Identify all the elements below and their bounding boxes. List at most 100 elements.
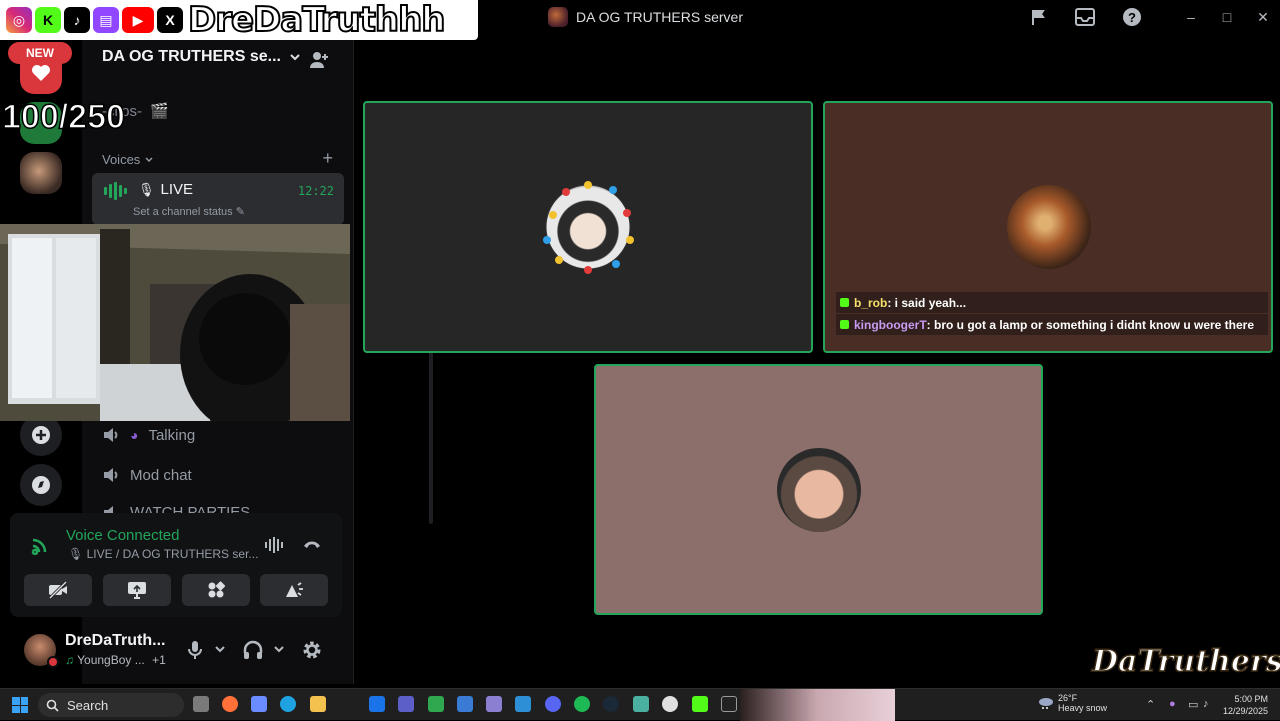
flag-icon[interactable]: [1028, 6, 1050, 28]
chat-message: b_rob : i said yeah...: [836, 292, 1268, 313]
kick-badge-icon: [840, 298, 849, 307]
disconnect-icon[interactable]: [302, 537, 322, 551]
chevron-down-icon: [145, 156, 153, 162]
taskbar-clock[interactable]: 5:00 PM 12/29/2025: [1223, 693, 1268, 717]
clapperboard-icon: 🎬: [150, 103, 169, 120]
search-icon: [46, 699, 59, 712]
copilot-icon[interactable]: [251, 696, 267, 712]
speaker-icon: [104, 428, 118, 442]
microphone-icon: 🎙: [68, 547, 84, 561]
twitch-icon: ▤: [93, 7, 119, 33]
youtube-icon: ▶: [122, 7, 154, 33]
voice-channel-live[interactable]: 🎙 LIVE 12:22 Set a channel status ✎: [92, 173, 344, 225]
windows-start-icon[interactable]: [12, 697, 28, 713]
spotify-icon[interactable]: [574, 696, 590, 712]
app-icon[interactable]: [428, 696, 444, 712]
file-explorer-icon[interactable]: [310, 696, 326, 712]
search-label: Search: [67, 697, 109, 713]
help-icon[interactable]: ?: [1121, 6, 1143, 28]
participant-avatar: [1007, 185, 1091, 269]
maximize-icon[interactable]: □: [1218, 8, 1236, 26]
inbox-icon[interactable]: [1074, 6, 1096, 28]
taskbar-search[interactable]: Search: [38, 693, 184, 717]
video-tile[interactable]: [594, 364, 1043, 615]
gear-icon[interactable]: [302, 640, 322, 660]
follower-goal: 100/250: [1, 97, 125, 137]
chevron-down-icon[interactable]: [273, 645, 285, 655]
invite-user-icon[interactable]: [309, 50, 329, 75]
signal-icon[interactable]: [30, 535, 50, 555]
voice-status[interactable]: Voice Connected: [66, 527, 179, 544]
voices-category[interactable]: Voices: [102, 152, 154, 167]
microphone-icon[interactable]: [187, 640, 203, 660]
server-header[interactable]: DA OG TRUTHERS se...: [102, 48, 301, 66]
dnd-status-icon: [47, 656, 59, 668]
voice-channel-mod-chat[interactable]: Mod chat: [102, 466, 192, 484]
camera-off-icon: [48, 581, 68, 599]
voice-location[interactable]: 🎙 LIVE / DA OG TRUTHERS ser...: [68, 547, 258, 561]
activity-extra: +1: [152, 653, 166, 667]
chevron-down-icon[interactable]: [214, 645, 226, 655]
voice-location-label: LIVE / DA OG TRUTHERS ser...: [86, 547, 259, 561]
chat-username: kingboogerT: [854, 317, 927, 332]
obs-icon[interactable]: [662, 696, 678, 712]
screen-share-icon: [128, 582, 146, 599]
add-channel-icon[interactable]: +: [322, 148, 333, 169]
channel-label: Mod chat: [130, 466, 192, 484]
headphones-icon[interactable]: [242, 640, 264, 660]
weather-desc: Heavy snow: [1058, 703, 1108, 713]
chat-text: : bro u got a lamp or something i didnt …: [926, 317, 1255, 332]
user-panel: DreDaTruth... ♫ YoungBoy ... +1: [10, 625, 342, 677]
chat-message: kingboogerT : bro u got a lamp or someth…: [836, 314, 1268, 335]
display-icon[interactable]: ▭: [1188, 698, 1198, 711]
chevron-up-icon[interactable]: ⌃: [1146, 698, 1155, 711]
app-icon[interactable]: [515, 696, 531, 712]
app-icon[interactable]: [486, 696, 502, 712]
channel-status-label: Set a channel status: [133, 206, 233, 218]
app-icon[interactable]: [633, 696, 649, 712]
activities-button[interactable]: [182, 574, 250, 606]
music-note-icon: ♫: [65, 653, 74, 667]
channel-status[interactable]: Set a channel status ✎: [133, 205, 245, 218]
video-tile[interactable]: [363, 101, 813, 353]
christmas-lights-icon: [543, 181, 634, 274]
teams-icon[interactable]: [398, 696, 414, 712]
weather-widget[interactable]: 26°F Heavy snow: [1038, 693, 1107, 713]
live-channel-name: 🎙 LIVE: [138, 181, 193, 198]
x-icon: X: [157, 7, 183, 33]
soundboard-button[interactable]: [260, 574, 328, 606]
microphone-icon[interactable]: ●: [1169, 698, 1176, 710]
task-view-icon[interactable]: [193, 696, 209, 712]
taskbar: Search 26°F Heavy snow ⌃ ● ▭ ♪ 5:00 PM 1…: [0, 688, 1280, 721]
steam-icon[interactable]: [603, 696, 619, 712]
kick-icon[interactable]: [692, 696, 708, 712]
voice-channel-talking[interactable]: ◕ Talking: [102, 426, 195, 444]
close-icon[interactable]: ✕: [1254, 8, 1272, 26]
weather-temp: 26°F: [1058, 693, 1078, 703]
discover-icon[interactable]: [20, 464, 62, 506]
live-channel-label: LIVE: [160, 181, 194, 198]
username[interactable]: DreDaTruth...: [65, 632, 165, 650]
edge-icon[interactable]: [280, 696, 296, 712]
volume-icon[interactable]: ♪: [1203, 698, 1209, 710]
discord-icon[interactable]: [545, 696, 561, 712]
server-rail-item[interactable]: [20, 152, 62, 194]
minimize-icon[interactable]: –: [1182, 8, 1200, 26]
user-activity: ♫ YoungBoy ... +1: [65, 653, 166, 667]
chat-text: : i said yeah...: [887, 295, 967, 310]
snow-cloud-icon: [1039, 698, 1053, 709]
screen-share-button[interactable]: [103, 574, 171, 606]
live-timer: 12:22: [297, 184, 334, 198]
camera-off-button[interactable]: [24, 574, 92, 606]
app-icon[interactable]: [457, 696, 473, 712]
noise-suppression-icon[interactable]: [264, 536, 286, 554]
outlook-icon[interactable]: [369, 696, 385, 712]
instagram-icon: ◎: [6, 7, 32, 33]
new-badge: NEW: [8, 42, 72, 64]
microphone-icon: 🎙: [138, 181, 155, 197]
clock-date: 12/29/2025: [1222, 706, 1268, 716]
streamer-handle: DreDaTruthhh: [187, 0, 447, 41]
epic-games-icon[interactable]: [721, 696, 737, 712]
firefox-icon[interactable]: [222, 696, 238, 712]
chevron-down-icon: [290, 54, 300, 61]
